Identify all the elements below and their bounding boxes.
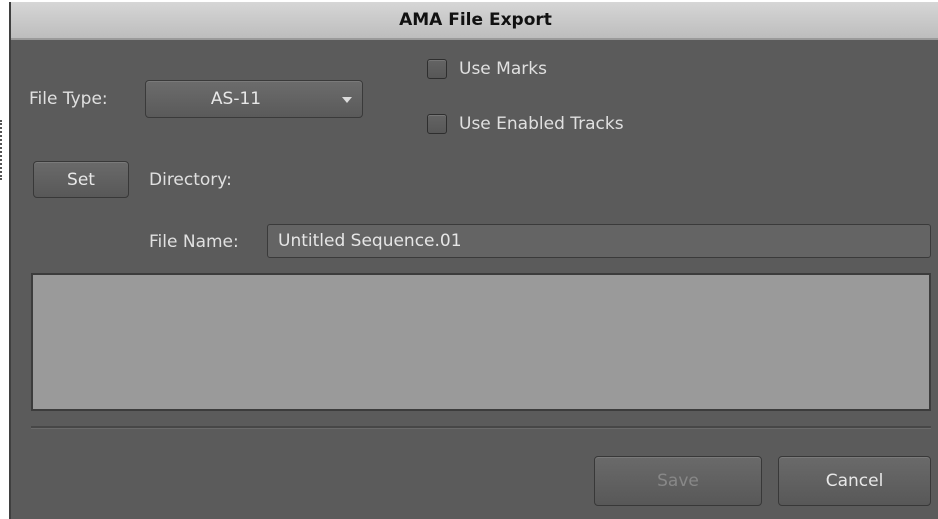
dialog-title-bar[interactable]: AMA File Export xyxy=(11,2,938,40)
use-enabled-tracks-checkbox-box[interactable] xyxy=(427,114,447,134)
use-marks-checkbox-box[interactable] xyxy=(427,59,447,79)
dropdown-arrow-icon xyxy=(342,97,352,103)
ama-file-export-dialog: AMA File Export File Type: AS-11 Use Mar… xyxy=(9,2,938,519)
save-button[interactable]: Save xyxy=(594,456,762,506)
file-type-value: AS-11 xyxy=(210,89,262,109)
use-marks-checkbox[interactable]: Use Marks xyxy=(427,59,547,79)
use-enabled-tracks-checkbox[interactable]: Use Enabled Tracks xyxy=(427,114,624,134)
divider xyxy=(31,426,931,429)
file-name-input[interactable]: Untitled Sequence.01 xyxy=(267,224,931,258)
set-directory-button[interactable]: Set xyxy=(33,161,129,198)
file-type-label: File Type: xyxy=(29,89,108,109)
cancel-button[interactable]: Cancel xyxy=(778,456,931,506)
use-marks-label: Use Marks xyxy=(459,59,547,79)
use-enabled-tracks-label: Use Enabled Tracks xyxy=(459,114,624,134)
dialog-title: AMA File Export xyxy=(399,10,552,30)
directory-path-display[interactable] xyxy=(31,273,931,411)
file-name-label: File Name: xyxy=(149,232,239,252)
directory-label: Directory: xyxy=(149,170,232,190)
file-type-select[interactable]: AS-11 xyxy=(145,80,363,118)
